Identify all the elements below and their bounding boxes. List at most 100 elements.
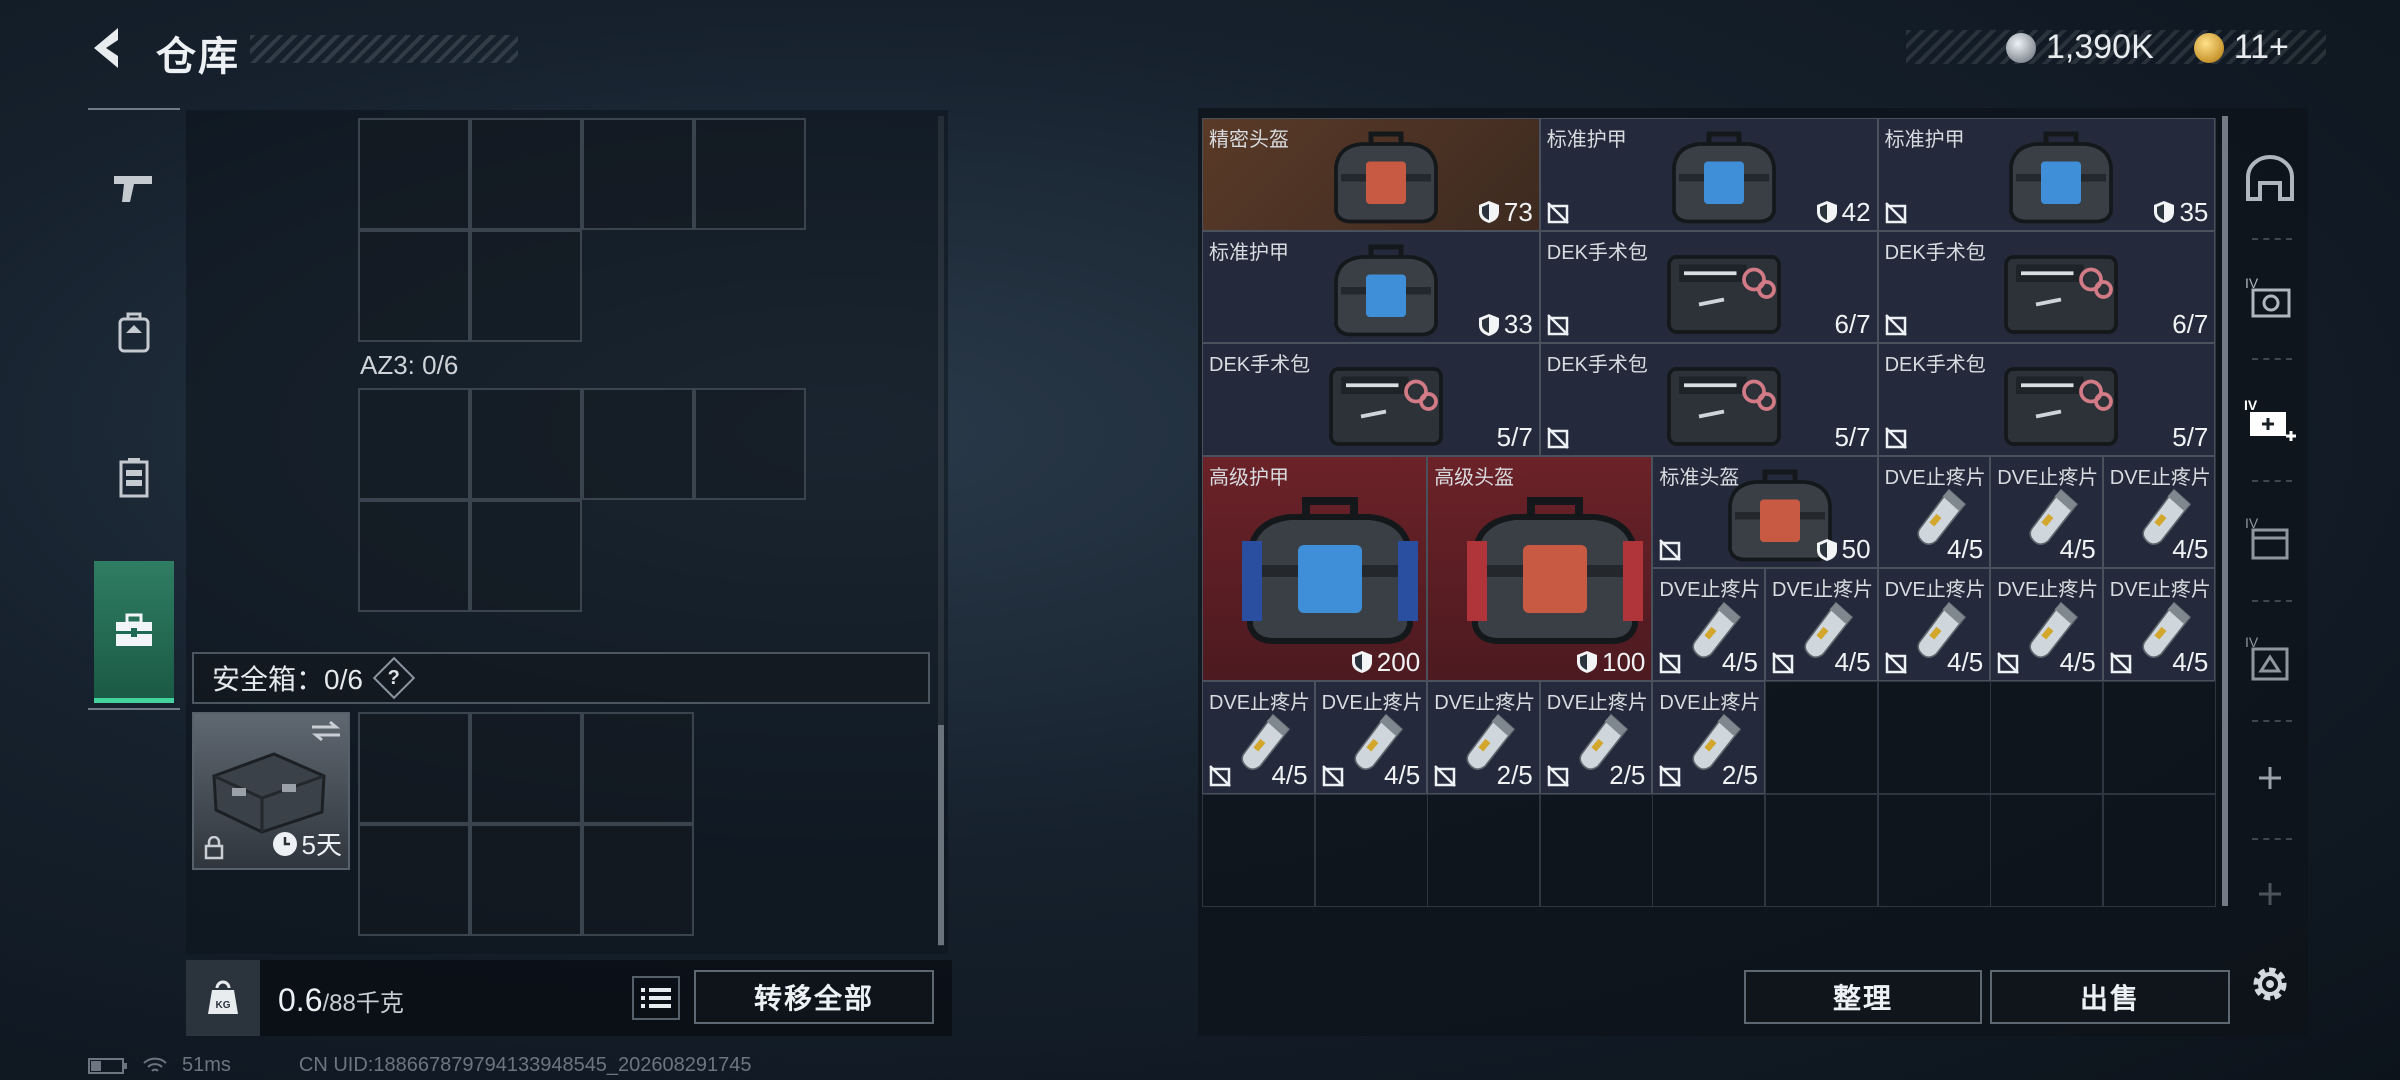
az3-capacity-label: AZ3: 0/6 [360, 350, 459, 380]
safe-box-item[interactable]: 5天 [192, 712, 350, 870]
nav-item-chest-rig[interactable] [94, 418, 174, 538]
stash-item[interactable]: DVE止疼片 2/5 [1652, 681, 1765, 794]
grid-slot[interactable] [470, 712, 582, 824]
stash-item[interactable]: DVE止疼片 4/5 [1877, 568, 1991, 681]
stash-item[interactable]: 精密头盔 73 [1202, 118, 1540, 231]
stash-scrollbar[interactable] [2222, 116, 2228, 906]
shield-icon [1576, 651, 1597, 674]
grid-slot[interactable] [1314, 793, 1428, 907]
add-tab-button[interactable] [2240, 748, 2300, 808]
weight-value: 0.6 [278, 982, 323, 1018]
stash-item[interactable]: DEK手术包 5/7 [1539, 343, 1878, 456]
stash-item[interactable]: DVE止疼片 4/5 [1877, 455, 1991, 569]
grid-slot[interactable] [1539, 793, 1653, 907]
grid-slot[interactable] [1990, 681, 2104, 794]
stash-item[interactable]: DVE止疼片 4/5 [1652, 568, 1765, 681]
grid-slot[interactable] [2102, 681, 2216, 794]
backpack-icon [118, 312, 150, 353]
stash-tab-medkit[interactable]: IV [2240, 390, 2300, 450]
list-view-button[interactable] [632, 976, 680, 1020]
grid-slot[interactable] [1427, 793, 1541, 907]
item-value-text: 5/7 [2172, 421, 2209, 452]
stash-item[interactable]: DVE止疼片 2/5 [1427, 681, 1540, 794]
list-icon [641, 988, 671, 1008]
stash-item[interactable]: DVE止疼片 4/5 [2102, 568, 2216, 681]
settings-button[interactable] [2240, 954, 2300, 1014]
grid-slot[interactable] [470, 118, 582, 230]
grid-slot[interactable] [358, 118, 470, 230]
grid-slot[interactable] [1652, 793, 1766, 907]
stash-item[interactable]: 标准头盔 50 [1652, 455, 1878, 569]
item-value-text: 5/7 [1496, 421, 1533, 452]
stash-tab-bag[interactable]: IV [2240, 628, 2300, 688]
stash-item[interactable]: DVE止疼片 4/5 [1314, 681, 1428, 794]
grid-slot[interactable] [358, 500, 470, 612]
help-icon[interactable]: ? [372, 656, 416, 700]
stash-item[interactable]: DEK手术包 6/7 [1877, 230, 2216, 344]
grid-slot[interactable] [470, 230, 582, 342]
stash-item[interactable]: DVE止疼片 2/5 [1539, 681, 1653, 794]
not-insured-icon [1659, 652, 1682, 674]
grid-slot[interactable] [582, 712, 694, 824]
grid-slot[interactable] [470, 500, 582, 612]
transfer-all-button[interactable]: 转移全部 [694, 970, 934, 1024]
stash-item[interactable]: 高级护甲 200 [1202, 455, 1428, 681]
item-value: 4/5 [2060, 534, 2096, 565]
grid-slot[interactable] [470, 824, 582, 936]
stash-item[interactable]: 高级头盔 100 [1427, 455, 1653, 681]
nav-item-backpack[interactable] [94, 273, 174, 393]
stash-item[interactable]: 标准护甲 42 [1539, 118, 1878, 231]
stash-item[interactable]: 标准护甲 33 [1202, 230, 1540, 344]
not-insured-icon [1209, 764, 1231, 787]
grid-slot[interactable] [1202, 793, 1315, 907]
stash-item[interactable]: DEK手术包 5/7 [1202, 343, 1540, 456]
grid-slot[interactable] [358, 388, 470, 500]
item-name: 标准护甲 [1884, 129, 1965, 151]
currency-gold-amount: 11+ [2233, 28, 2289, 66]
grid-slot[interactable] [1877, 681, 1991, 794]
item-value-text: 2/5 [1609, 759, 1646, 790]
grid-slot[interactable] [470, 388, 582, 500]
sort-button[interactable]: 整理 [1744, 970, 1982, 1024]
back-button[interactable] [86, 24, 130, 72]
swap-icon[interactable] [310, 720, 342, 742]
stash-item[interactable]: DVE止疼片 4/5 [1765, 568, 1878, 681]
toolbox-icon [116, 613, 152, 646]
grid-slot[interactable] [1765, 681, 1878, 794]
stash-tab-armor[interactable]: IV [2240, 268, 2300, 328]
stash-tab-box[interactable]: IV [2240, 508, 2300, 568]
not-insured-icon [1546, 764, 1569, 787]
stash-tab-main[interactable] [2240, 148, 2300, 208]
silver-coin-icon [2006, 32, 2036, 63]
stash-item[interactable]: DVE止疼片 4/5 [1990, 455, 2103, 569]
grid-slot[interactable] [1877, 793, 1991, 907]
grid-slot[interactable] [582, 118, 694, 230]
grid-slot[interactable] [2102, 793, 2216, 907]
stash-item[interactable]: DVE止疼片 4/5 [2102, 455, 2216, 569]
left-scrollbar-thumb[interactable] [938, 725, 944, 945]
grid-slot[interactable] [694, 118, 806, 230]
stash-item[interactable]: 标准护甲 35 [1877, 118, 2216, 231]
grid-slot[interactable] [1990, 793, 2104, 907]
item-name: 高级护甲 [1209, 466, 1289, 489]
item-name: DVE止疼片 [1772, 579, 1874, 602]
grid-slot[interactable] [358, 230, 470, 342]
stash-item[interactable]: DEK手术包 6/7 [1539, 230, 1878, 344]
grid-slot[interactable] [582, 388, 694, 500]
item-value: 33 [1478, 309, 1533, 340]
grid-slot[interactable] [694, 388, 806, 500]
stash-item[interactable]: DVE止疼片 4/5 [1990, 568, 2103, 681]
grid-slot[interactable] [582, 824, 694, 936]
item-value-text: 4/5 [1384, 759, 1421, 790]
stash-item[interactable]: DVE止疼片 4/5 [1202, 681, 1315, 794]
grid-slot[interactable] [358, 824, 470, 936]
first-aid-kit-image [2004, 367, 2119, 447]
sell-button[interactable]: 出售 [1990, 970, 2230, 1024]
grid-slot[interactable] [358, 712, 470, 824]
nav-item-toolbox[interactable] [94, 561, 174, 703]
grid-slot[interactable] [1765, 793, 1878, 907]
armor-case-blue-image [1671, 131, 1776, 224]
nav-item-weapons[interactable] [94, 128, 174, 248]
container-grid-top [358, 118, 814, 346]
stash-item[interactable]: DEK手术包 5/7 [1877, 343, 2216, 456]
